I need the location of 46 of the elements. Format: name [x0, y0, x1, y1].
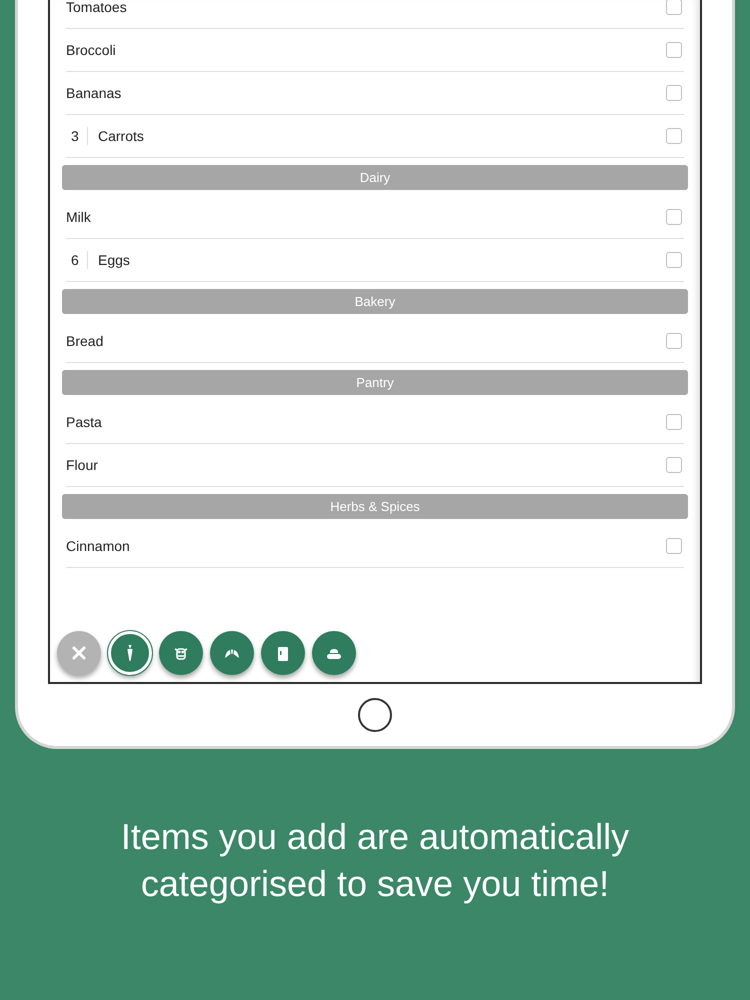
category-filter-button[interactable] [108, 631, 152, 675]
checkbox[interactable] [666, 42, 682, 58]
item-name: Milk [66, 208, 92, 226]
item-name: Flour [66, 456, 99, 474]
close-icon [72, 646, 86, 660]
item-name: Carrots [98, 126, 145, 146]
checkbox[interactable] [666, 457, 682, 473]
checkbox[interactable] [666, 538, 682, 554]
list-item[interactable]: Tomatoes [66, 0, 684, 29]
item-name: Cinnamon [66, 536, 131, 556]
checkbox[interactable] [666, 333, 682, 349]
category-filter-button[interactable] [159, 631, 203, 675]
checkbox[interactable] [666, 0, 682, 15]
item-name: Eggs [98, 250, 131, 270]
item-name: Bread [66, 332, 104, 350]
list-item[interactable]: Cinnamon [66, 525, 684, 568]
item-name: Broccoli [66, 40, 117, 60]
quantity: 3 [66, 127, 88, 145]
list-item[interactable]: Broccoli [66, 29, 684, 72]
checkbox[interactable] [666, 252, 682, 268]
list-item[interactable]: 6 Eggs [66, 239, 684, 282]
list-item[interactable]: Bananas [66, 72, 684, 115]
category-header: Dairy [62, 165, 688, 190]
checkbox[interactable] [666, 209, 682, 225]
checkbox[interactable] [666, 85, 682, 101]
category-filter-button[interactable] [210, 631, 254, 675]
item-name: Bananas [66, 84, 122, 102]
clear-button[interactable] [57, 631, 101, 675]
category-filter-button[interactable] [312, 631, 356, 675]
list-item[interactable]: Bread [66, 320, 684, 363]
item-name: Tomatoes [66, 0, 128, 16]
checkbox[interactable] [666, 128, 682, 144]
category-header: Herbs & Spices [62, 494, 688, 519]
list-item[interactable]: Pasta [66, 401, 684, 444]
list-item[interactable]: 3 Carrots [66, 115, 684, 158]
fridge-icon [275, 645, 291, 661]
item-name: Pasta [66, 412, 103, 432]
home-button[interactable] [358, 698, 392, 732]
category-filter-button[interactable] [261, 631, 305, 675]
list-item[interactable]: Milk [66, 196, 684, 239]
list-item[interactable]: Flour [66, 444, 684, 487]
checkbox[interactable] [666, 414, 682, 430]
category-header: Bakery [62, 289, 688, 314]
category-header: Pantry [62, 370, 688, 395]
quantity: 6 [66, 251, 88, 269]
caption: Items you add are automatically categorised to save you time! [120, 815, 630, 906]
